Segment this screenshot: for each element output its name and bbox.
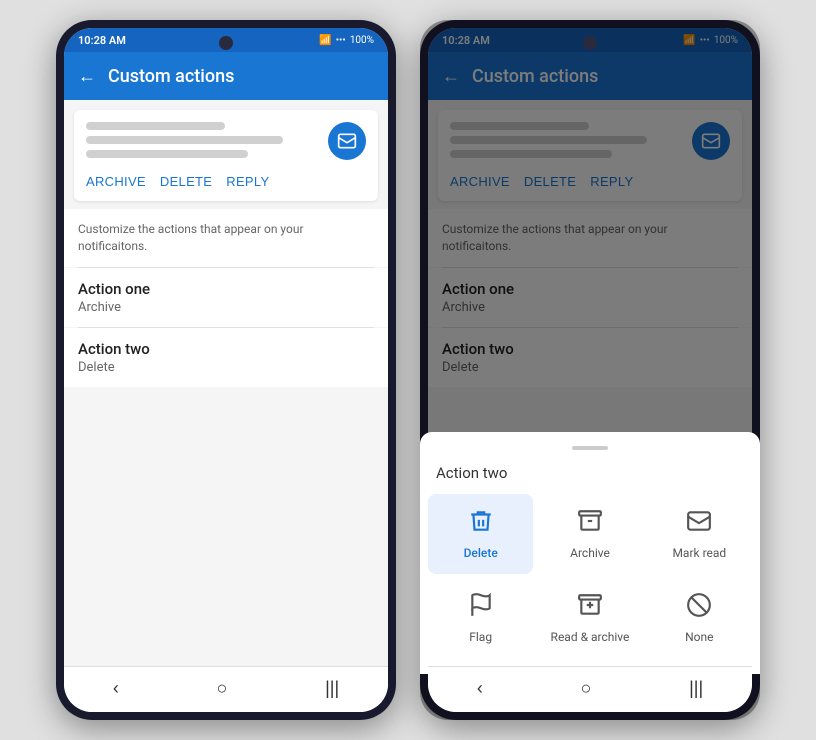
sheet-item-delete-label: Delete <box>464 546 498 560</box>
left-phone-screen: 10:28 AM 📶 ••• 100% ← Custom actions <box>64 28 388 712</box>
notif-header <box>86 122 366 164</box>
back-button[interactable]: ← <box>78 66 96 87</box>
sheet-item-flag-label: Flag <box>469 630 492 644</box>
notif-reply-btn[interactable]: Reply <box>226 174 269 189</box>
sheet-item-delete[interactable]: Delete <box>428 494 533 574</box>
sheet-item-readarchive[interactable]: Read & archive <box>537 578 642 658</box>
nav-recents-btn[interactable]: ||| <box>309 674 355 703</box>
page-title: Custom actions <box>108 66 234 87</box>
camera-notch <box>219 36 233 50</box>
sheet-item-flag[interactable]: Flag <box>428 578 533 658</box>
read-archive-icon <box>577 592 603 624</box>
notif-line-1 <box>86 122 225 130</box>
action-one-row[interactable]: Action one Archive <box>64 268 388 327</box>
signal-icon: ••• <box>336 35 346 46</box>
trash-icon <box>468 508 494 540</box>
wifi-icon: 📶 <box>319 35 331 46</box>
right-nav-recents-btn[interactable]: ||| <box>673 674 719 703</box>
envelope-icon <box>686 508 712 540</box>
action-two-row[interactable]: Action two Delete <box>64 328 388 387</box>
notif-delete-btn[interactable]: Delete <box>160 174 212 189</box>
sheet-item-none[interactable]: None <box>647 578 752 658</box>
right-phone: 10:28 AM 📶 ••• 100% ← Custom actions <box>420 20 760 720</box>
notif-app-icon <box>328 122 366 160</box>
screen-content: Archive Delete Reply Customize the actio… <box>64 100 388 666</box>
notification-preview-card: Archive Delete Reply <box>74 110 378 201</box>
right-nav-back-btn[interactable]: ‹ <box>461 674 499 703</box>
right-nav-bar: ‹ ○ ||| <box>428 666 752 712</box>
notif-line-2 <box>86 136 283 144</box>
sheet-item-readarchive-label: Read & archive <box>551 630 630 644</box>
nav-bar: ‹ ○ ||| <box>64 666 388 712</box>
sheet-item-none-label: None <box>685 630 713 644</box>
action-one-value: Archive <box>78 300 374 315</box>
sheet-item-archive-label: Archive <box>570 546 610 560</box>
notif-line-3 <box>86 150 248 158</box>
nav-home-btn[interactable]: ○ <box>201 674 244 703</box>
status-time: 10:28 AM <box>78 34 126 47</box>
sheet-item-archive[interactable]: Archive <box>537 494 642 574</box>
settings-description-section: Customize the actions that appear on you… <box>64 209 388 267</box>
notif-archive-btn[interactable]: Archive <box>86 174 146 189</box>
app-toolbar: ← Custom actions <box>64 52 388 100</box>
action-two-label: Action two <box>78 340 374 358</box>
sheet-handle <box>572 446 608 450</box>
sheet-item-markread-label: Mark read <box>672 546 726 560</box>
status-icons: 📶 ••• 100% <box>319 35 374 46</box>
notif-actions: Archive Delete Reply <box>86 174 366 189</box>
settings-description: Customize the actions that appear on you… <box>78 221 374 255</box>
action-one-label: Action one <box>78 280 374 298</box>
none-icon <box>686 592 712 624</box>
sheet-title: Action two <box>428 460 752 494</box>
flag-icon <box>468 592 494 624</box>
right-nav-home-btn[interactable]: ○ <box>565 674 608 703</box>
notif-lines <box>86 122 318 164</box>
right-camera-notch <box>583 36 597 50</box>
nav-back-btn[interactable]: ‹ <box>97 674 135 703</box>
bottom-sheet: Action two Delete <box>428 432 752 674</box>
left-phone: 10:28 AM 📶 ••• 100% ← Custom actions <box>56 20 396 720</box>
sheet-grid: Delete Archive <box>428 494 752 658</box>
action-two-value: Delete <box>78 360 374 375</box>
right-phone-screen: 10:28 AM 📶 ••• 100% ← Custom actions <box>428 28 752 712</box>
battery-icon: 100% <box>350 35 374 46</box>
archive-icon <box>577 508 603 540</box>
sheet-item-markread[interactable]: Mark read <box>647 494 752 574</box>
